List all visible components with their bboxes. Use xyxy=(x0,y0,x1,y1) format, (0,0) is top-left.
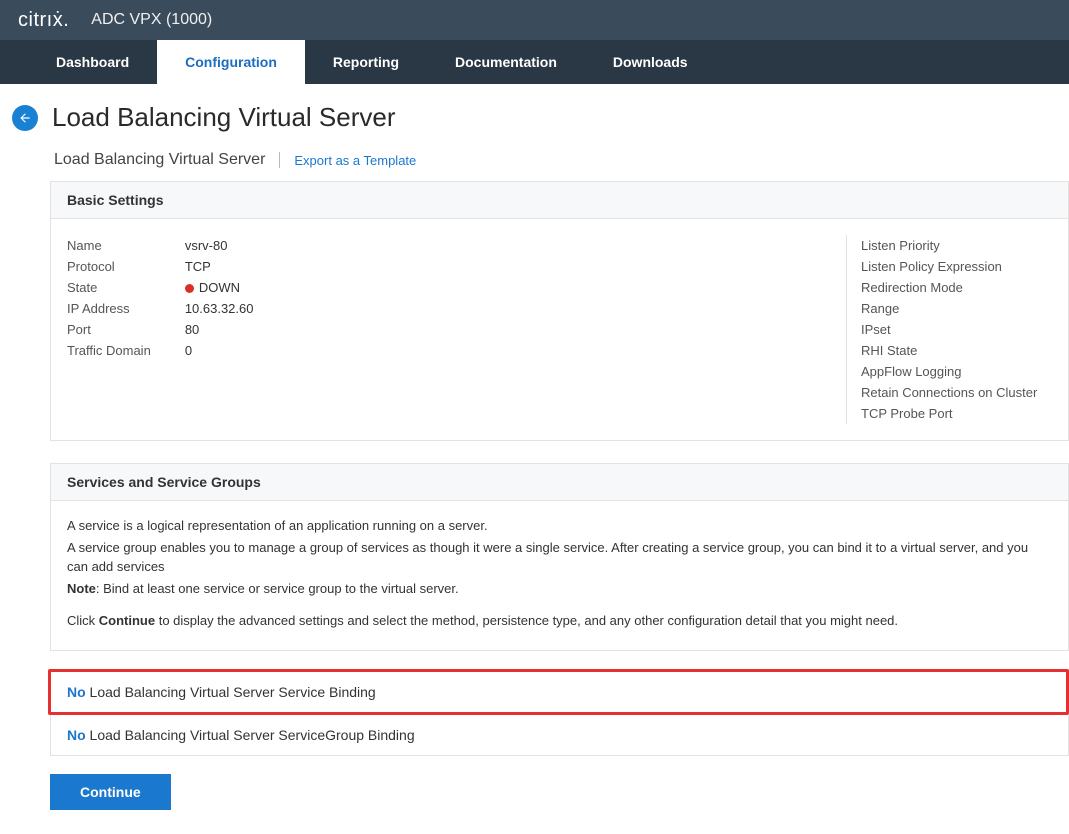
traffic-domain-value: 0 xyxy=(185,340,260,361)
arrow-left-icon xyxy=(18,111,32,125)
rhi-state-label: RHI State xyxy=(861,340,1069,361)
range-label: Range xyxy=(861,298,1069,319)
continue-button[interactable]: Continue xyxy=(50,774,171,810)
tab-downloads[interactable]: Downloads xyxy=(585,40,716,84)
basic-settings-left-table: Namevsrv-80 ProtocolTCP StateDOWN IP Add… xyxy=(67,235,260,361)
ip-value: 10.63.32.60 xyxy=(185,298,260,319)
basic-settings-right-table: Listen Priority- Listen Policy Expressio… xyxy=(861,235,1069,424)
traffic-domain-label: Traffic Domain xyxy=(67,340,185,361)
service-binding-row[interactable]: No Load Balancing Virtual Server Service… xyxy=(48,669,1069,715)
top-bar: citrıẋ. ADC VPX (1000) xyxy=(0,0,1069,40)
port-label: Port xyxy=(67,319,185,340)
back-button[interactable] xyxy=(12,105,38,131)
brand-logo: citrıẋ. xyxy=(18,9,69,32)
services-desc-line1: A service is a logical representation of… xyxy=(67,517,1052,536)
basic-settings-header: Basic Settings xyxy=(51,182,1068,219)
tab-configuration[interactable]: Configuration xyxy=(157,40,305,84)
redirection-mode-label: Redirection Mode xyxy=(861,277,1069,298)
divider xyxy=(279,152,280,168)
services-header: Services and Service Groups xyxy=(51,464,1068,501)
retain-conn-label: Retain Connections on Cluster xyxy=(861,382,1069,403)
listen-policy-label: Listen Policy Expression xyxy=(861,256,1069,277)
status-dot-icon xyxy=(185,284,194,293)
page-subtitle: Load Balancing Virtual Server xyxy=(54,151,265,169)
services-click-continue: Click Continue to display the advanced s… xyxy=(67,612,1052,631)
export-template-link[interactable]: Export as a Template xyxy=(294,153,416,168)
servicegroup-binding-row[interactable]: No Load Balancing Virtual Server Service… xyxy=(50,715,1069,756)
services-card: Services and Service Groups A service is… xyxy=(50,463,1069,651)
name-value: vsrv-80 xyxy=(185,235,260,256)
name-label: Name xyxy=(67,235,185,256)
page-title: Load Balancing Virtual Server xyxy=(52,102,396,133)
product-name: ADC VPX (1000) xyxy=(91,11,212,29)
tcp-probe-label: TCP Probe Port xyxy=(861,403,1069,424)
appflow-label: AppFlow Logging xyxy=(861,361,1069,382)
tab-dashboard[interactable]: Dashboard xyxy=(28,40,157,84)
listen-priority-label: Listen Priority xyxy=(861,235,1069,256)
ipset-label: IPset xyxy=(861,319,1069,340)
state-value: DOWN xyxy=(185,277,260,298)
state-label: State xyxy=(67,277,185,298)
services-desc-line2: A service group enables you to manage a … xyxy=(67,539,1052,577)
basic-settings-card: Basic Settings Namevsrv-80 ProtocolTCP S… xyxy=(50,181,1069,441)
services-note: Note: Bind at least one service or servi… xyxy=(67,580,1052,599)
port-value: 80 xyxy=(185,319,260,340)
tab-documentation[interactable]: Documentation xyxy=(427,40,585,84)
protocol-value: TCP xyxy=(185,256,260,277)
ip-label: IP Address xyxy=(67,298,185,319)
tab-reporting[interactable]: Reporting xyxy=(305,40,427,84)
protocol-label: Protocol xyxy=(67,256,185,277)
nav-bar: Dashboard Configuration Reporting Docume… xyxy=(0,40,1069,84)
